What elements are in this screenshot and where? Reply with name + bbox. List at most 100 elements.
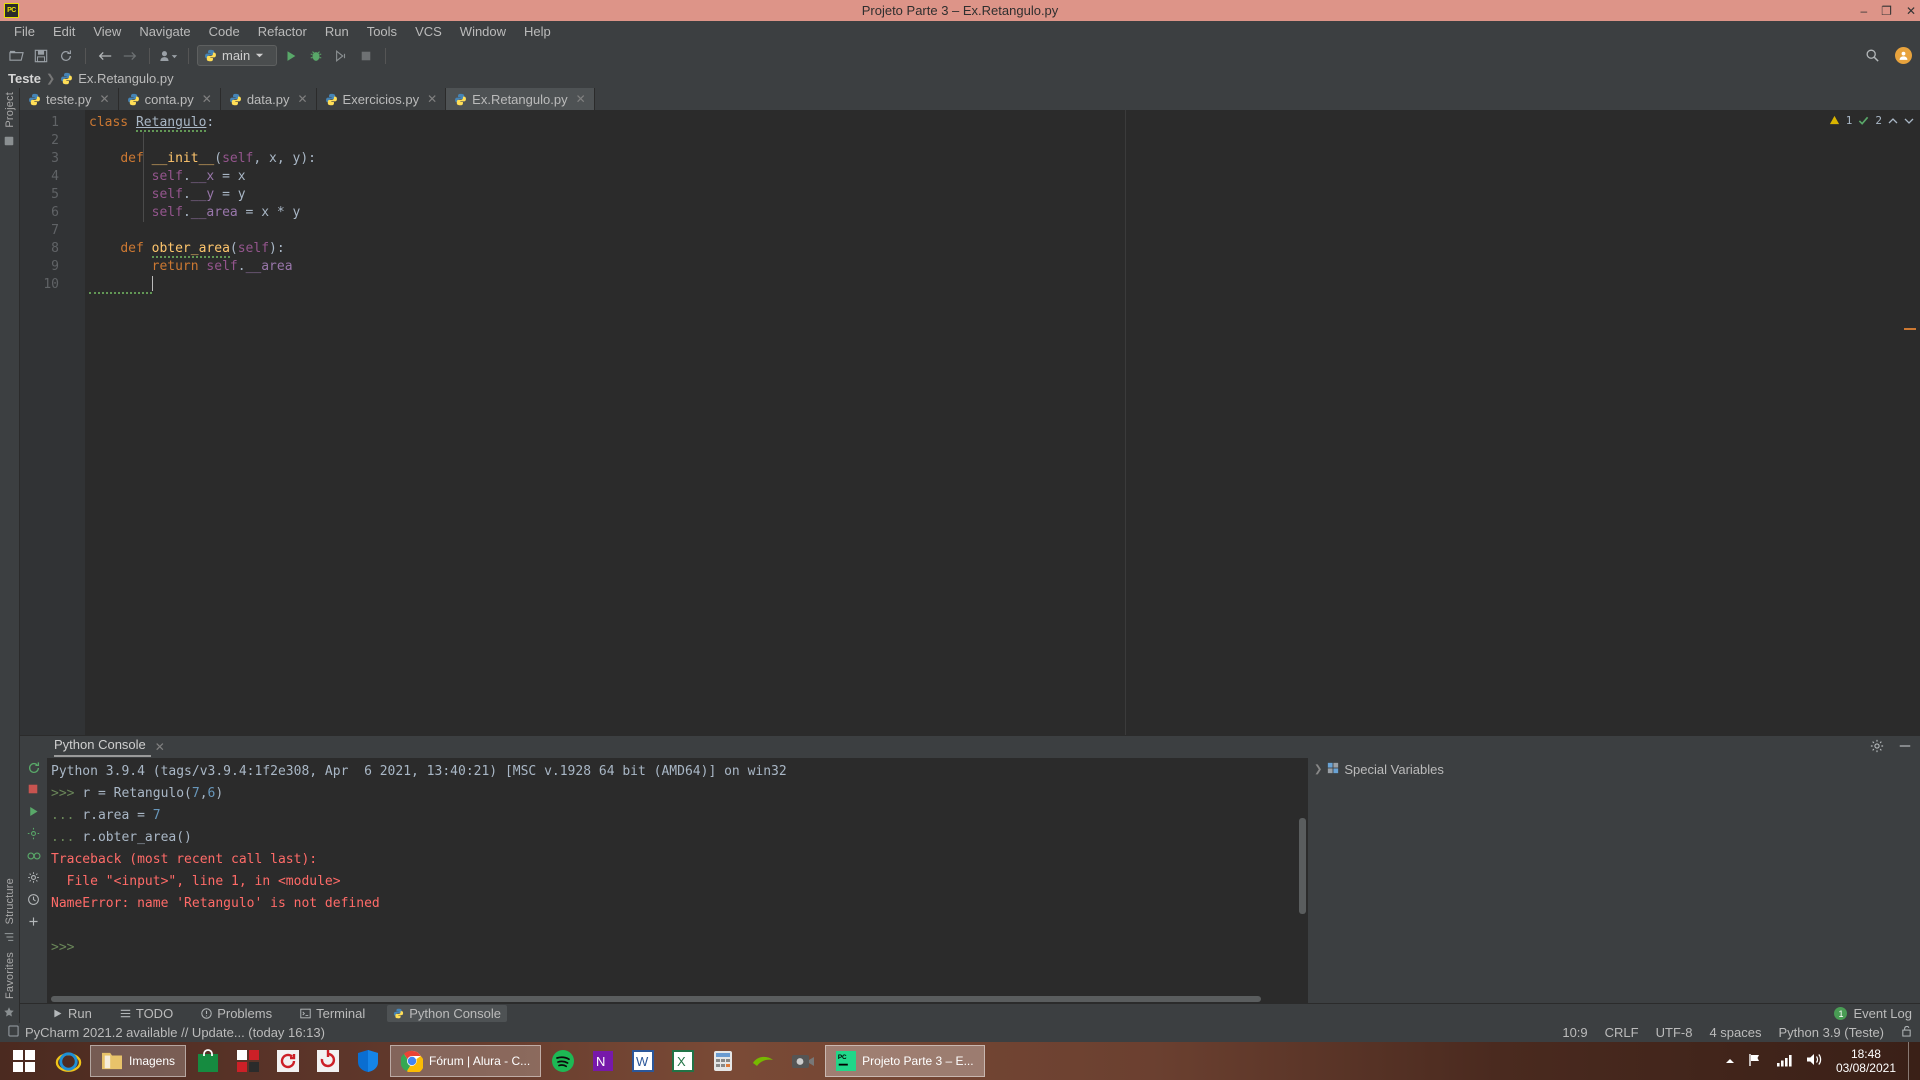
gear-icon[interactable]	[1870, 739, 1884, 756]
editor-tab-ex-retangulo[interactable]: Ex.Retangulo.py ✕	[446, 88, 595, 110]
add-icon[interactable]	[27, 915, 41, 929]
taskbar-clock[interactable]: 18:48 03/08/2021	[1836, 1047, 1896, 1075]
menu-help[interactable]: Help	[516, 22, 559, 41]
tool-window-python-console[interactable]: Python Console	[387, 1005, 508, 1022]
editor-tab-exercicios[interactable]: Exercicios.py ✕	[316, 88, 447, 110]
console-horizontal-scrollbar[interactable]	[47, 995, 1307, 1003]
search-icon[interactable]	[1861, 45, 1883, 67]
menu-file[interactable]: File	[6, 22, 43, 41]
code-area[interactable]: class Retangulo: def __init__(self, x, y…	[85, 110, 1920, 735]
history-icon[interactable]	[27, 893, 41, 907]
execute-icon[interactable]	[27, 805, 41, 819]
breadcrumb-file[interactable]: Ex.Retangulo.py	[78, 71, 173, 86]
console-tab-label[interactable]: Python Console	[54, 737, 151, 757]
file-encoding[interactable]: UTF-8	[1656, 1025, 1693, 1040]
scrollbar-warning-mark[interactable]	[1904, 328, 1916, 330]
unlocked-icon[interactable]	[1901, 1025, 1912, 1040]
tool-window-run[interactable]: Run	[46, 1005, 98, 1022]
windows-start-icon[interactable]	[0, 1042, 48, 1080]
editor-tab-teste[interactable]: teste.py ✕	[20, 88, 119, 110]
stop-icon[interactable]	[27, 783, 41, 797]
minimize-icon[interactable]	[1898, 739, 1912, 756]
tool-window-terminal[interactable]: Terminal	[294, 1005, 371, 1022]
code-editor[interactable]: 1 2 3 4 5 6 7 8 9 10 class Retangulo: de…	[20, 110, 1920, 735]
debug-icon[interactable]	[305, 45, 327, 67]
inspection-widget[interactable]: 1 2	[1829, 114, 1914, 127]
run-configuration-selector[interactable]: main	[197, 45, 277, 66]
rerun-icon[interactable]	[27, 761, 41, 775]
nvidia-icon[interactable]	[743, 1042, 783, 1080]
interpreter-selector[interactable]: Python 3.9 (Teste)	[1779, 1025, 1885, 1040]
tool-window-problems[interactable]: Problems	[195, 1005, 278, 1022]
sidebar-item-favorites[interactable]: Favorites	[4, 948, 16, 1003]
forward-arrow-icon[interactable]	[119, 45, 141, 67]
spotify-icon[interactable]	[543, 1042, 583, 1080]
menu-edit[interactable]: Edit	[45, 22, 83, 41]
bookmarks-icon[interactable]	[3, 135, 17, 149]
structure-icon[interactable]	[3, 931, 17, 945]
status-message[interactable]: PyCharm 2021.2 available // Update... (t…	[25, 1025, 325, 1040]
menu-refactor[interactable]: Refactor	[250, 22, 315, 41]
app-red-black-icon[interactable]	[228, 1042, 268, 1080]
onenote-icon[interactable]: N	[583, 1042, 623, 1080]
sync-icon[interactable]	[55, 45, 77, 67]
menu-view[interactable]: View	[85, 22, 129, 41]
microsoft-store-icon[interactable]	[188, 1042, 228, 1080]
close-icon[interactable]: ✕	[100, 92, 110, 106]
taskbar-window-pycharm[interactable]: PC Projeto Parte 3 – E...	[825, 1045, 985, 1077]
editor-tab-data[interactable]: data.py ✕	[220, 88, 317, 110]
maximize-button[interactable]: ❐	[1881, 4, 1892, 18]
user-dropdown-icon[interactable]	[158, 45, 180, 67]
event-log-entry[interactable]: 1 Event Log	[1834, 1006, 1912, 1021]
close-icon[interactable]: ✕	[202, 92, 212, 106]
folder-open-icon[interactable]	[5, 45, 27, 67]
close-icon[interactable]: ✕	[297, 92, 307, 106]
close-icon[interactable]: ✕	[155, 740, 165, 754]
back-arrow-icon[interactable]	[94, 45, 116, 67]
menu-navigate[interactable]: Navigate	[131, 22, 198, 41]
editor-tab-conta[interactable]: conta.py ✕	[118, 88, 221, 110]
calculator-icon[interactable]	[703, 1042, 743, 1080]
caret-position[interactable]: 10:9	[1562, 1025, 1587, 1040]
signal-bars-icon[interactable]	[1776, 1053, 1794, 1070]
account-avatar-icon[interactable]	[1895, 47, 1912, 64]
close-icon[interactable]: ✕	[576, 92, 586, 106]
taskbar-window-imagens[interactable]: Imagens	[90, 1045, 187, 1077]
menu-window[interactable]: Window	[452, 22, 514, 41]
settings-icon[interactable]	[27, 827, 41, 841]
internet-explorer-icon[interactable]	[48, 1042, 88, 1080]
breadcrumb-project[interactable]: Teste	[8, 71, 41, 86]
console-output[interactable]: Python 3.9.4 (tags/v3.9.4:1f2e308, Apr 6…	[47, 758, 1307, 1003]
attach-debugger-icon[interactable]	[26, 849, 41, 863]
sidebar-item-project[interactable]: Project	[4, 88, 16, 132]
save-icon[interactable]	[30, 45, 52, 67]
star-icon[interactable]	[3, 1006, 17, 1020]
volume-icon[interactable]	[1806, 1052, 1824, 1070]
word-icon[interactable]: W	[623, 1042, 663, 1080]
show-desktop-button[interactable]	[1908, 1042, 1914, 1080]
sync-red-icon[interactable]	[268, 1042, 308, 1080]
close-button[interactable]: ✕	[1906, 4, 1916, 18]
special-variables-row[interactable]: ❯ Special Variables	[1314, 762, 1914, 777]
restart-red-icon[interactable]	[308, 1042, 348, 1080]
run-icon[interactable]	[280, 45, 302, 67]
indent-setting[interactable]: 4 spaces	[1709, 1025, 1761, 1040]
show-hidden-icons-icon[interactable]	[1724, 1054, 1736, 1069]
menu-run[interactable]: Run	[317, 22, 357, 41]
close-icon[interactable]: ✕	[427, 92, 437, 106]
chevron-right-icon[interactable]: ❯	[1314, 764, 1322, 775]
windows-security-icon[interactable]	[348, 1042, 388, 1080]
run-coverage-icon[interactable]	[330, 45, 352, 67]
stop-icon[interactable]	[355, 45, 377, 67]
line-separator[interactable]: CRLF	[1605, 1025, 1639, 1040]
camera-icon[interactable]	[783, 1042, 823, 1080]
console-vertical-scrollbar[interactable]	[1299, 818, 1306, 914]
excel-icon[interactable]: X	[663, 1042, 703, 1080]
network-icon[interactable]	[1748, 1053, 1764, 1070]
menu-vcs[interactable]: VCS	[407, 22, 450, 41]
tool-window-todo[interactable]: TODO	[114, 1005, 179, 1022]
sidebar-item-structure[interactable]: Structure	[4, 874, 16, 928]
menu-tools[interactable]: Tools	[359, 22, 405, 41]
minimize-button[interactable]: –	[1860, 4, 1867, 18]
menu-code[interactable]: Code	[201, 22, 248, 41]
